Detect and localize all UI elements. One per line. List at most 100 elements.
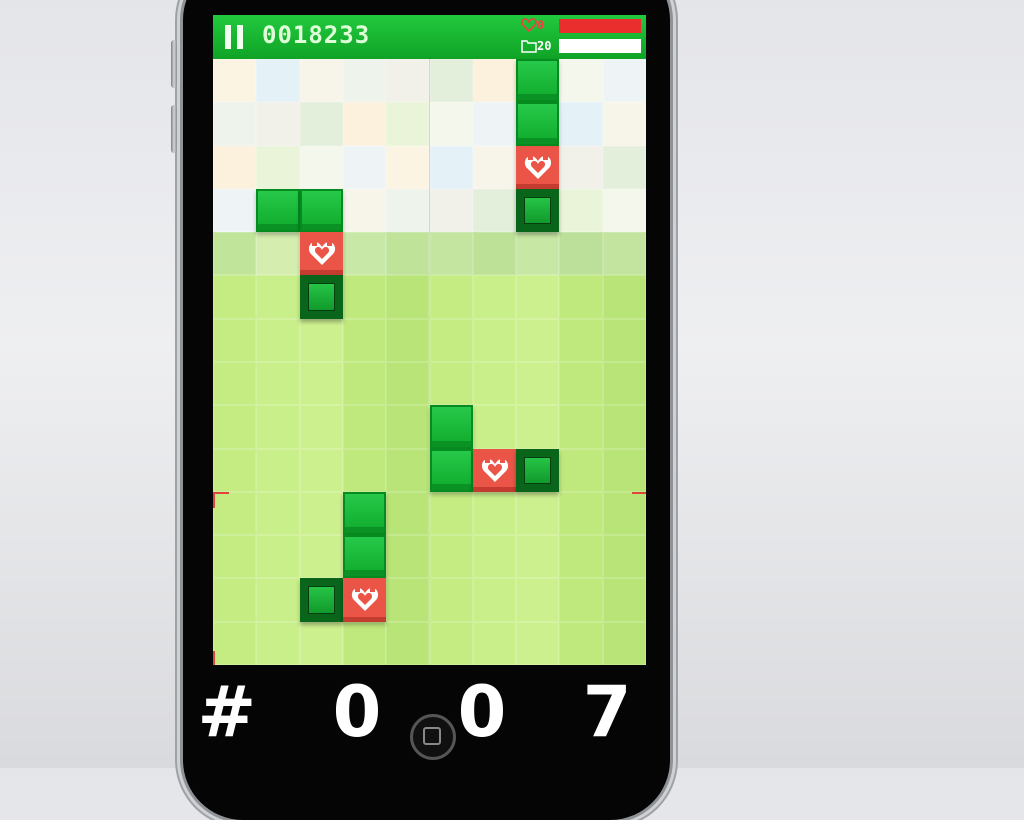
- board-cell[interactable]: [342, 621, 387, 665]
- board-cell[interactable]: [429, 188, 473, 233]
- board-cell[interactable]: [213, 275, 257, 319]
- board-cell[interactable]: [429, 491, 473, 536]
- board-cell[interactable]: [386, 232, 430, 276]
- board-cell[interactable]: [213, 102, 257, 146]
- heart-block[interactable]: [516, 145, 560, 189]
- board-cell[interactable]: [602, 578, 646, 622]
- board-cell[interactable]: [342, 188, 387, 233]
- board-cell[interactable]: [429, 232, 473, 276]
- board-cell[interactable]: [429, 145, 473, 189]
- board-cell[interactable]: [386, 145, 430, 189]
- green-block[interactable]: [299, 188, 343, 233]
- board-cell[interactable]: [559, 535, 603, 579]
- green-block[interactable]: [256, 188, 300, 233]
- heart-block[interactable]: [299, 232, 343, 276]
- board-cell[interactable]: [256, 491, 300, 536]
- board-cell[interactable]: [386, 578, 430, 622]
- game-board[interactable]: [213, 59, 646, 665]
- green-block[interactable]: [429, 448, 473, 492]
- board-cell[interactable]: [342, 59, 387, 103]
- board-cell[interactable]: [299, 318, 343, 362]
- board-cell[interactable]: [559, 578, 603, 622]
- board-cell[interactable]: [256, 232, 300, 276]
- board-cell[interactable]: [516, 232, 560, 276]
- board-cell[interactable]: [213, 188, 257, 233]
- board-cell[interactable]: [299, 102, 343, 146]
- board-cell[interactable]: [602, 145, 646, 189]
- board-cell[interactable]: [299, 491, 343, 536]
- board-cell[interactable]: [516, 362, 560, 406]
- board-cell[interactable]: [342, 232, 387, 276]
- board-cell[interactable]: [299, 535, 343, 579]
- board-cell[interactable]: [559, 621, 603, 665]
- board-cell[interactable]: [429, 275, 473, 319]
- board-cell[interactable]: [256, 448, 300, 492]
- board-cell[interactable]: [472, 188, 517, 233]
- board-cell[interactable]: [602, 362, 646, 406]
- board-cell[interactable]: [299, 362, 343, 406]
- board-cell[interactable]: [472, 491, 517, 536]
- board-cell[interactable]: [429, 318, 473, 362]
- board-cell[interactable]: [472, 59, 517, 103]
- anchor-block[interactable]: [516, 448, 560, 492]
- board-cell[interactable]: [386, 491, 430, 536]
- board-cell[interactable]: [602, 318, 646, 362]
- board-cell[interactable]: [386, 621, 430, 665]
- board-cell[interactable]: [516, 318, 560, 362]
- anchor-block[interactable]: [299, 578, 343, 622]
- board-cell[interactable]: [256, 362, 300, 406]
- board-cell[interactable]: [386, 275, 430, 319]
- board-cell[interactable]: [559, 102, 603, 146]
- board-cell[interactable]: [472, 275, 517, 319]
- board-cell[interactable]: [602, 448, 646, 492]
- board-cell[interactable]: [559, 362, 603, 406]
- board-cell[interactable]: [342, 318, 387, 362]
- board-cell[interactable]: [516, 275, 560, 319]
- board-cell[interactable]: [429, 535, 473, 579]
- board-cell[interactable]: [213, 232, 257, 276]
- board-cell[interactable]: [256, 621, 300, 665]
- green-block[interactable]: [429, 405, 473, 449]
- board-cell[interactable]: [516, 578, 560, 622]
- board-cell[interactable]: [213, 448, 257, 492]
- board-cell[interactable]: [299, 621, 343, 665]
- board-cell[interactable]: [602, 232, 646, 276]
- board-cell[interactable]: [472, 362, 517, 406]
- board-cell[interactable]: [516, 491, 560, 536]
- board-cell[interactable]: [429, 578, 473, 622]
- board-cell[interactable]: [559, 318, 603, 362]
- board-cell[interactable]: [516, 535, 560, 579]
- board-cell[interactable]: [516, 405, 560, 449]
- board-cell[interactable]: [472, 102, 517, 146]
- board-cell[interactable]: [256, 405, 300, 449]
- board-cell[interactable]: [256, 275, 300, 319]
- board-cell[interactable]: [342, 448, 387, 492]
- board-cell[interactable]: [386, 405, 430, 449]
- anchor-block[interactable]: [516, 188, 560, 233]
- board-cell[interactable]: [299, 448, 343, 492]
- board-cell[interactable]: [472, 318, 517, 362]
- board-cell[interactable]: [472, 145, 517, 189]
- board-cell[interactable]: [256, 145, 300, 189]
- board-cell[interactable]: [472, 578, 517, 622]
- board-cell[interactable]: [472, 621, 517, 665]
- board-cell[interactable]: [559, 448, 603, 492]
- board-cell[interactable]: [213, 145, 257, 189]
- board-cell[interactable]: [602, 188, 646, 233]
- board-cell[interactable]: [256, 59, 300, 103]
- board-cell[interactable]: [429, 102, 473, 146]
- board-cell[interactable]: [602, 102, 646, 146]
- board-cell[interactable]: [386, 535, 430, 579]
- green-block[interactable]: [342, 491, 387, 536]
- heart-block[interactable]: [472, 448, 517, 492]
- board-cell[interactable]: [213, 578, 257, 622]
- board-cell[interactable]: [602, 405, 646, 449]
- board-cell[interactable]: [559, 232, 603, 276]
- board-cell[interactable]: [386, 318, 430, 362]
- board-cell[interactable]: [559, 145, 603, 189]
- heart-block[interactable]: [342, 578, 387, 622]
- board-cell[interactable]: [299, 145, 343, 189]
- board-cell[interactable]: [429, 362, 473, 406]
- board-cell[interactable]: [256, 102, 300, 146]
- board-cell[interactable]: [342, 362, 387, 406]
